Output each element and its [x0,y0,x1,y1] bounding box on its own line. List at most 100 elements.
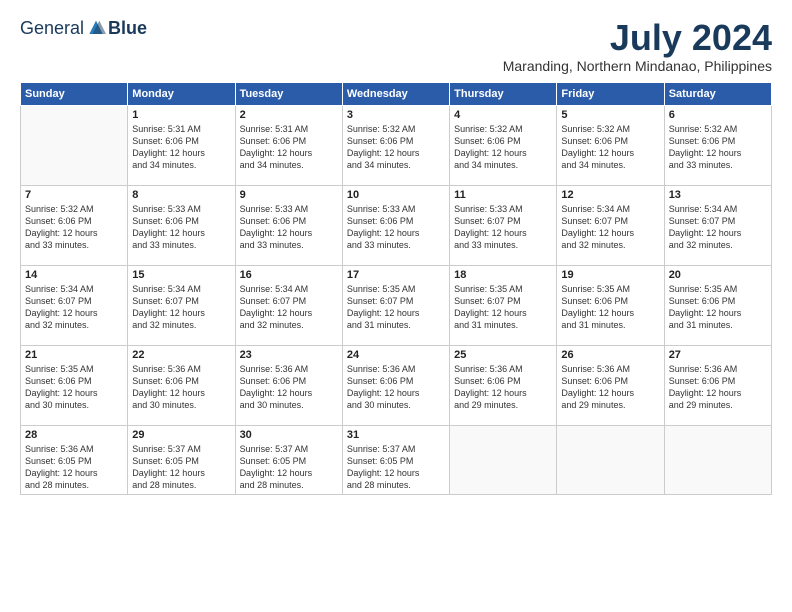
logo-text: General Blue [20,18,147,39]
day-number: 11 [454,189,552,201]
calendar-cell: 4Sunrise: 5:32 AM Sunset: 6:06 PM Daylig… [450,105,557,185]
day-detail: Sunrise: 5:35 AM Sunset: 6:06 PM Dayligh… [25,363,123,412]
day-detail: Sunrise: 5:37 AM Sunset: 6:05 PM Dayligh… [240,443,338,492]
calendar-cell: 7 Sunrise: 5:32 AM Sunset: 6:06 PM Daylig… [21,185,128,265]
day-number: 18 [454,269,552,281]
day-number: 26 [561,349,659,361]
calendar-cell: 10 Sunrise: 5:33 AM Sunset: 6:06 PM Dayli… [342,185,449,265]
day-number: 2 [240,109,338,121]
day-detail: Sunrise: 5:34 AM Sunset: 6:07 PM Dayligh… [561,203,659,252]
calendar-cell: 22 Sunrise: 5:36 AM Sunset: 6:06 PM Dayli… [128,345,235,425]
day-number: 9 [240,189,338,201]
day-detail: Sunrise: 5:35 AM Sunset: 6:07 PM Dayligh… [347,283,445,332]
calendar-cell [450,425,557,495]
calendar-cell: 23 Sunrise: 5:36 AM Sunset: 6:06 PM Dayli… [235,345,342,425]
day-detail: Sunrise: 5:34 AM Sunset: 6:07 PM Dayligh… [132,283,230,332]
calendar-cell: 30Sunrise: 5:37 AM Sunset: 6:05 PM Dayli… [235,425,342,495]
calendar-cell: 17 Sunrise: 5:35 AM Sunset: 6:07 PM Dayli… [342,265,449,345]
day-detail: Sunrise: 5:34 AM Sunset: 6:07 PM Dayligh… [240,283,338,332]
day-detail: Sunrise: 5:34 AM Sunset: 6:07 PM Dayligh… [669,203,767,252]
day-number: 16 [240,269,338,281]
day-detail: Sunrise: 5:32 AM Sunset: 6:06 PM Dayligh… [454,123,552,172]
header: General Blue July 2024 Maranding, Northe… [20,18,772,74]
day-number: 24 [347,349,445,361]
day-number: 27 [669,349,767,361]
calendar-cell [21,105,128,185]
calendar-cell: 13Sunrise: 5:34 AM Sunset: 6:07 PM Dayli… [664,185,771,265]
column-header-friday: Friday [557,82,664,105]
calendar-cell: 27 Sunrise: 5:36 AM Sunset: 6:06 PM Dayli… [664,345,771,425]
day-number: 21 [25,349,123,361]
calendar-cell: 6 Sunrise: 5:32 AM Sunset: 6:06 PM Daylig… [664,105,771,185]
day-detail: Sunrise: 5:36 AM Sunset: 6:06 PM Dayligh… [561,363,659,412]
day-detail: Sunrise: 5:33 AM Sunset: 6:06 PM Dayligh… [240,203,338,252]
calendar-cell [664,425,771,495]
day-number: 14 [25,269,123,281]
location-title: Maranding, Northern Mindanao, Philippine… [503,58,772,74]
column-header-sunday: Sunday [21,82,128,105]
day-detail: Sunrise: 5:33 AM Sunset: 6:07 PM Dayligh… [454,203,552,252]
day-detail: Sunrise: 5:36 AM Sunset: 6:06 PM Dayligh… [240,363,338,412]
month-title: July 2024 [503,18,772,58]
week-row-3: 14 Sunrise: 5:34 AM Sunset: 6:07 PM Dayli… [21,265,772,345]
day-number: 23 [240,349,338,361]
logo-general-text: General [20,18,84,39]
day-detail: Sunrise: 5:32 AM Sunset: 6:06 PM Dayligh… [347,123,445,172]
calendar-table: SundayMondayTuesdayWednesdayThursdayFrid… [20,82,772,496]
day-number: 22 [132,349,230,361]
day-number: 17 [347,269,445,281]
calendar-cell: 14 Sunrise: 5:34 AM Sunset: 6:07 PM Dayli… [21,265,128,345]
day-number: 6 [669,109,767,121]
calendar-cell [557,425,664,495]
column-header-monday: Monday [128,82,235,105]
day-detail: Sunrise: 5:35 AM Sunset: 6:07 PM Dayligh… [454,283,552,332]
day-detail: Sunrise: 5:36 AM Sunset: 6:06 PM Dayligh… [132,363,230,412]
day-detail: Sunrise: 5:35 AM Sunset: 6:06 PM Dayligh… [561,283,659,332]
day-detail: Sunrise: 5:37 AM Sunset: 6:05 PM Dayligh… [132,443,230,492]
calendar-cell: 8Sunrise: 5:33 AM Sunset: 6:06 PM Daylig… [128,185,235,265]
column-header-saturday: Saturday [664,82,771,105]
day-number: 19 [561,269,659,281]
calendar-cell: 5Sunrise: 5:32 AM Sunset: 6:06 PM Daylig… [557,105,664,185]
week-row-5: 28 Sunrise: 5:36 AM Sunset: 6:05 PM Dayli… [21,425,772,495]
day-number: 5 [561,109,659,121]
calendar-cell: 29 Sunrise: 5:37 AM Sunset: 6:05 PM Dayli… [128,425,235,495]
day-detail: Sunrise: 5:31 AM Sunset: 6:06 PM Dayligh… [240,123,338,172]
day-number: 1 [132,109,230,121]
day-number: 28 [25,429,123,441]
calendar-cell: 3Sunrise: 5:32 AM Sunset: 6:06 PM Daylig… [342,105,449,185]
calendar-cell: 11 Sunrise: 5:33 AM Sunset: 6:07 PM Dayli… [450,185,557,265]
day-detail: Sunrise: 5:33 AM Sunset: 6:06 PM Dayligh… [347,203,445,252]
column-header-tuesday: Tuesday [235,82,342,105]
calendar-cell: 28 Sunrise: 5:36 AM Sunset: 6:05 PM Dayli… [21,425,128,495]
calendar-cell: 12 Sunrise: 5:34 AM Sunset: 6:07 PM Dayli… [557,185,664,265]
week-row-2: 7 Sunrise: 5:32 AM Sunset: 6:06 PM Daylig… [21,185,772,265]
day-detail: Sunrise: 5:36 AM Sunset: 6:05 PM Dayligh… [25,443,123,492]
day-number: 10 [347,189,445,201]
day-detail: Sunrise: 5:36 AM Sunset: 6:06 PM Dayligh… [454,363,552,412]
calendar-cell: 20Sunrise: 5:35 AM Sunset: 6:06 PM Dayli… [664,265,771,345]
calendar-cell: 19 Sunrise: 5:35 AM Sunset: 6:06 PM Dayli… [557,265,664,345]
day-detail: Sunrise: 5:32 AM Sunset: 6:06 PM Dayligh… [669,123,767,172]
column-header-wednesday: Wednesday [342,82,449,105]
day-detail: Sunrise: 5:31 AM Sunset: 6:06 PM Dayligh… [132,123,230,172]
calendar-cell: 24 Sunrise: 5:36 AM Sunset: 6:06 PM Dayli… [342,345,449,425]
day-number: 31 [347,429,445,441]
day-detail: Sunrise: 5:33 AM Sunset: 6:06 PM Dayligh… [132,203,230,252]
calendar-cell: 18 Sunrise: 5:35 AM Sunset: 6:07 PM Dayli… [450,265,557,345]
calendar-cell: 1 Sunrise: 5:31 AM Sunset: 6:06 PM Daylig… [128,105,235,185]
day-number: 7 [25,189,123,201]
day-detail: Sunrise: 5:36 AM Sunset: 6:06 PM Dayligh… [347,363,445,412]
day-number: 29 [132,429,230,441]
week-row-1: 1 Sunrise: 5:31 AM Sunset: 6:06 PM Daylig… [21,105,772,185]
day-number: 12 [561,189,659,201]
day-detail: Sunrise: 5:37 AM Sunset: 6:05 PM Dayligh… [347,443,445,492]
calendar-cell: 9 Sunrise: 5:33 AM Sunset: 6:06 PM Daylig… [235,185,342,265]
calendar-header-row: SundayMondayTuesdayWednesdayThursdayFrid… [21,82,772,105]
day-detail: Sunrise: 5:34 AM Sunset: 6:07 PM Dayligh… [25,283,123,332]
day-detail: Sunrise: 5:32 AM Sunset: 6:06 PM Dayligh… [25,203,123,252]
calendar-cell: 25Sunrise: 5:36 AM Sunset: 6:06 PM Dayli… [450,345,557,425]
logo-blue-text: Blue [108,18,147,39]
day-detail: Sunrise: 5:36 AM Sunset: 6:06 PM Dayligh… [669,363,767,412]
day-number: 15 [132,269,230,281]
